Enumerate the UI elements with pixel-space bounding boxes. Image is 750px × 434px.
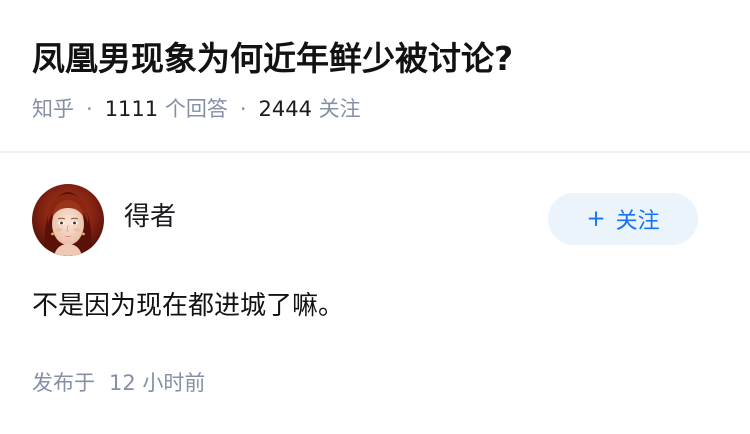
source-label: 知乎 — [32, 97, 74, 121]
meta-separator: · — [86, 97, 93, 121]
question-header: 凤凰男现象为何近年鲜少被讨论? 知乎 · 1111 个回答 · 2444 关注 — [32, 0, 722, 151]
avatar-portrait-icon — [32, 184, 104, 256]
question-meta: 知乎 · 1111 个回答 · 2444 关注 — [32, 92, 361, 126]
published-label: 发布于 — [32, 371, 95, 395]
avatar[interactable] — [32, 184, 104, 256]
follower-count-label: 关注 — [318, 97, 361, 121]
meta-separator: · — [239, 97, 247, 121]
follow-button-label: 关注 — [615, 209, 660, 234]
plus-icon: + — [586, 205, 606, 232]
follower-count: 2444 — [258, 97, 312, 121]
follow-button[interactable]: + 关注 — [548, 193, 698, 245]
answer-timestamp: 发布于 12 小时前 — [32, 367, 205, 399]
answer-count-label[interactable]: 个回答 — [165, 97, 228, 121]
author-name[interactable]: 得者 — [124, 199, 176, 235]
answer-card: 得者 + 关注 不是因为现在都进城了嘛。 发布于 12 小时前 — [32, 153, 722, 434]
question-title[interactable]: 凤凰男现象为何近年鲜少被讨论? — [32, 36, 513, 82]
answer-content[interactable]: 不是因为现在都进城了嘛。 — [32, 287, 344, 325]
published-time: 12 小时前 — [109, 371, 206, 395]
answer-count: 1111 — [104, 97, 159, 121]
